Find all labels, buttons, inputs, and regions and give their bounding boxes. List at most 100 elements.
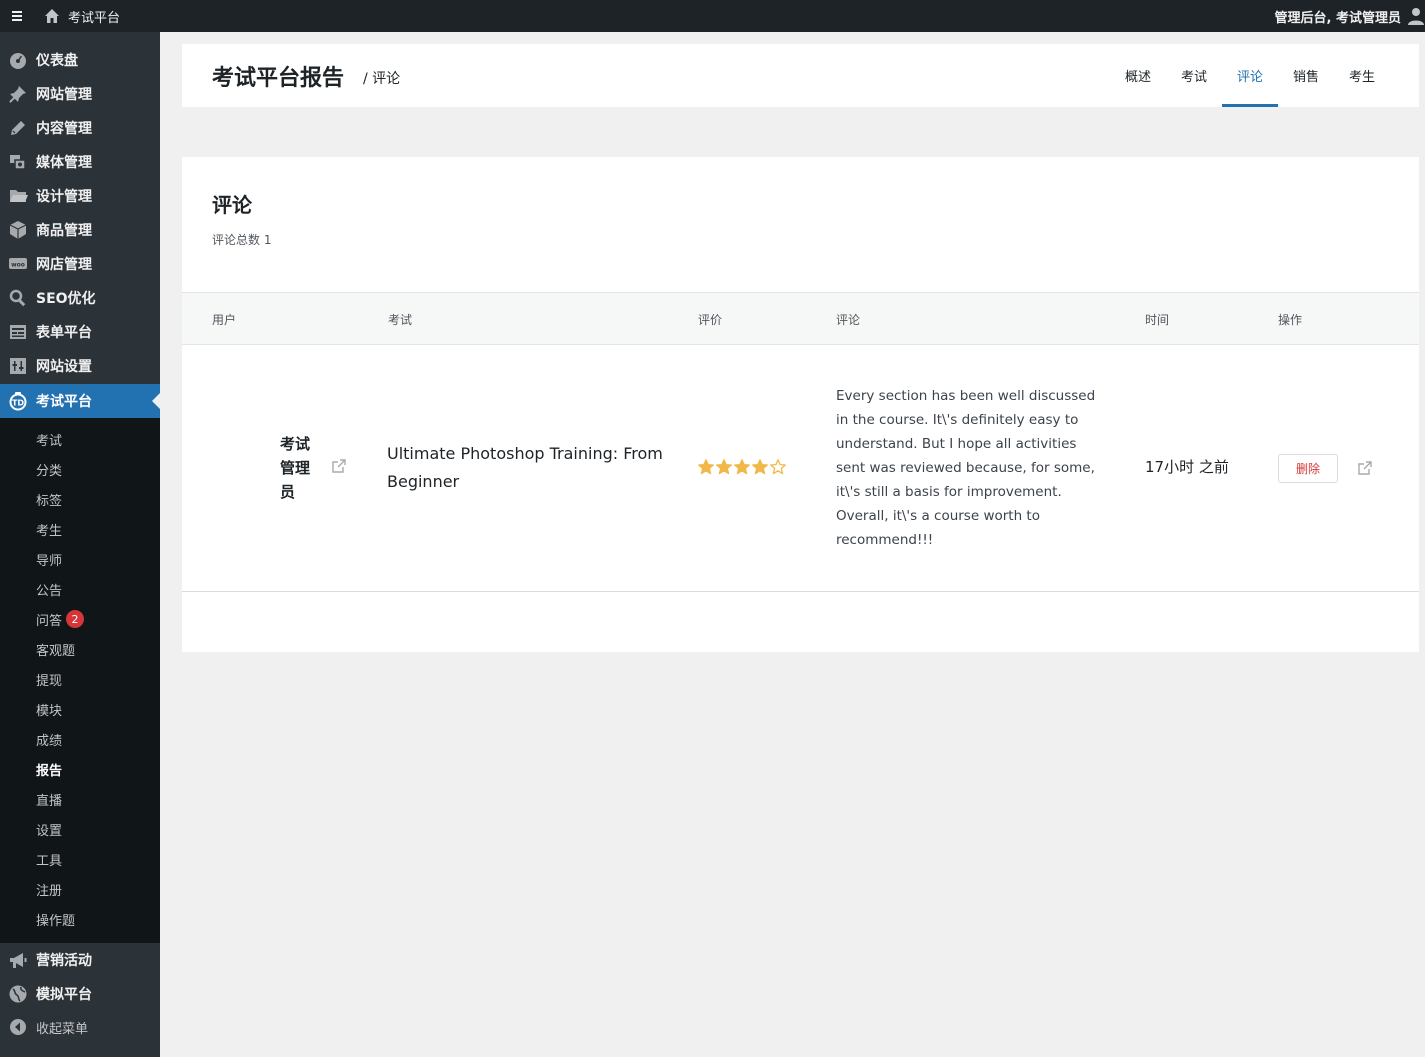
sidebar-item-settings[interactable]: 网站设置 [0,349,160,383]
column-header-user: 用户 [212,313,237,327]
submenu-item-categories[interactable]: 分类 [36,459,62,479]
submenu-item-tools[interactable]: 工具 [36,849,62,869]
sidebar-item-label: 考试平台 [36,394,92,410]
submenu-item-settings[interactable]: 设置 [36,819,62,839]
submenu-item-grades[interactable]: 成绩 [36,729,62,749]
sidebar-item-label: 网店管理 [36,257,92,273]
account-label: 管理后台, 考试管理员 [1274,10,1401,26]
menu-icon[interactable] [10,8,26,24]
sidebar-item-dashboard[interactable]: 仪表盘 [0,43,160,77]
tab-reviews[interactable]: 评论 [1222,44,1278,107]
breadcrumb: / 评论 [363,71,401,87]
sidebar-item-label: 网站管理 [36,87,92,103]
svg-text:TD: TD [12,399,24,408]
submenu-item-register[interactable]: 注册 [36,879,62,899]
review-time: 17小时 之前 [1145,458,1229,476]
pin-icon [8,84,28,104]
collapse-menu-label: 收起菜单 [36,1021,89,1037]
sidebar-item-label: 内容管理 [36,121,92,137]
sidebar-item-content[interactable]: 内容管理 [0,111,160,145]
home-icon [44,8,60,24]
sidebar-item-simulation[interactable]: 模拟平台 [0,977,160,1011]
tab-students[interactable]: 考生 [1342,44,1382,107]
review-text-line: Every section has been well discussed in… [836,388,1096,500]
box-icon [8,220,28,240]
reviewer-name[interactable]: 考试管理员 [280,432,320,504]
sidebar-item-label: 仪表盘 [36,53,78,69]
reviews-card: 评论 评论总数 1 用户 考试 评价 评论 时间 操作 考试管理员 Ultima… [182,157,1419,652]
admin-bar: 考试平台 管理后台, 考试管理员 [0,0,1425,32]
star-filled-icon [698,459,714,475]
external-link-icon[interactable] [331,458,347,474]
sidebar-item-label: 设计管理 [36,189,92,205]
review-text: Every section has been well discussed in… [836,384,1106,552]
submenu-item-qa[interactable]: 问答 2 [36,609,85,629]
sidebar-item-media[interactable]: 媒体管理 [0,145,160,179]
column-header-exam: 考试 [388,313,413,327]
review-total-count: 评论总数 1 [212,233,272,247]
page-title: 考试平台报告 [212,66,345,91]
svg-text:woo: woo [11,262,25,269]
submenu-item-instructors[interactable]: 导师 [36,549,62,569]
exam-title-link[interactable]: Ultimate Photoshop Training: From Beginn… [387,440,677,496]
review-text-line: Overall, it\'s a course worth to recomme… [836,508,1040,548]
column-header-actions: 操作 [1278,313,1303,327]
collapse-menu-button[interactable]: 收起菜单 [0,1010,160,1044]
column-header-review: 评论 [836,313,861,327]
sidebar-item-site[interactable]: 网站管理 [0,77,160,111]
sidebar-item-label: 媒体管理 [36,155,92,171]
sidebar-item-forms[interactable]: 表单平台 [0,315,160,349]
table-row: 考试管理员 Ultimate Photoshop Training: From … [182,345,1419,592]
submenu-item-objective[interactable]: 客观题 [36,639,75,659]
sidebar-item-exam-platform[interactable]: TD 考试平台 [0,384,160,418]
user-icon [1405,6,1425,26]
star-empty-icon [770,459,786,475]
submenu-item-withdrawals[interactable]: 提现 [36,669,62,689]
site-name: 考试平台 [68,10,121,26]
submenu-item-reports[interactable]: 报告 [36,759,62,779]
submenu-item-live[interactable]: 直播 [36,789,62,809]
table-header: 用户 考试 评价 评论 时间 操作 [182,292,1419,345]
submenu-item-students[interactable]: 考生 [36,519,62,539]
card-title: 评论 [212,193,252,217]
sidebar-item-products[interactable]: 商品管理 [0,213,160,247]
megaphone-icon [8,950,28,970]
sidebar-item-label: 商品管理 [36,223,92,239]
account-menu[interactable]: 管理后台, 考试管理员 [1275,0,1425,32]
submenu-item-announcements[interactable]: 公告 [36,579,62,599]
sidebar-item-label: 模拟平台 [36,987,92,1003]
submenu-item-practical[interactable]: 操作题 [36,909,75,929]
column-header-rating: 评价 [698,313,723,327]
tab-sales[interactable]: 销售 [1286,44,1326,107]
form-icon [8,322,28,342]
media-icon [8,152,28,172]
submenu-item-modules[interactable]: 模块 [36,699,62,719]
submenu-item-exams[interactable]: 考试 [36,429,62,449]
sidebar-item-label: 表单平台 [36,325,92,341]
sidebar-item-design[interactable]: 设计管理 [0,179,160,213]
search-icon [8,288,28,308]
exam-platform-submenu: 考试 分类 标签 考生 导师 公告 问答 2 客观题 提现 模块 成绩 报告 直… [0,418,160,943]
globe-icon [8,984,28,1004]
pencil-icon [8,118,28,138]
star-filled-icon [752,459,768,475]
submenu-item-tags[interactable]: 标签 [36,489,62,509]
sidebar-item-seo[interactable]: SEO优化 [0,281,160,315]
star-rating [698,459,786,475]
report-header: 考试平台报告 / 评论 概述 考试 评论 销售 考生 [182,44,1419,107]
external-link-icon[interactable] [1357,460,1373,476]
site-home-link[interactable]: 考试平台 [44,0,120,32]
sidebar-item-marketing[interactable]: 营销活动 [0,943,160,977]
collapse-arrow-icon [9,1018,27,1036]
sidebar-item-store[interactable]: woo 网店管理 [0,247,160,281]
qa-count-badge: 2 [66,610,85,628]
tab-overview[interactable]: 概述 [1118,44,1158,107]
settings-icon [8,356,28,376]
dashboard-icon [8,50,28,70]
sidebar-item-label: 网站设置 [36,359,92,375]
exam-icon: TD [8,391,28,411]
sidebar-item-label: 营销活动 [36,953,92,969]
tab-exams[interactable]: 考试 [1174,44,1214,107]
delete-button[interactable]: 删除 [1278,454,1338,483]
star-filled-icon [734,459,750,475]
